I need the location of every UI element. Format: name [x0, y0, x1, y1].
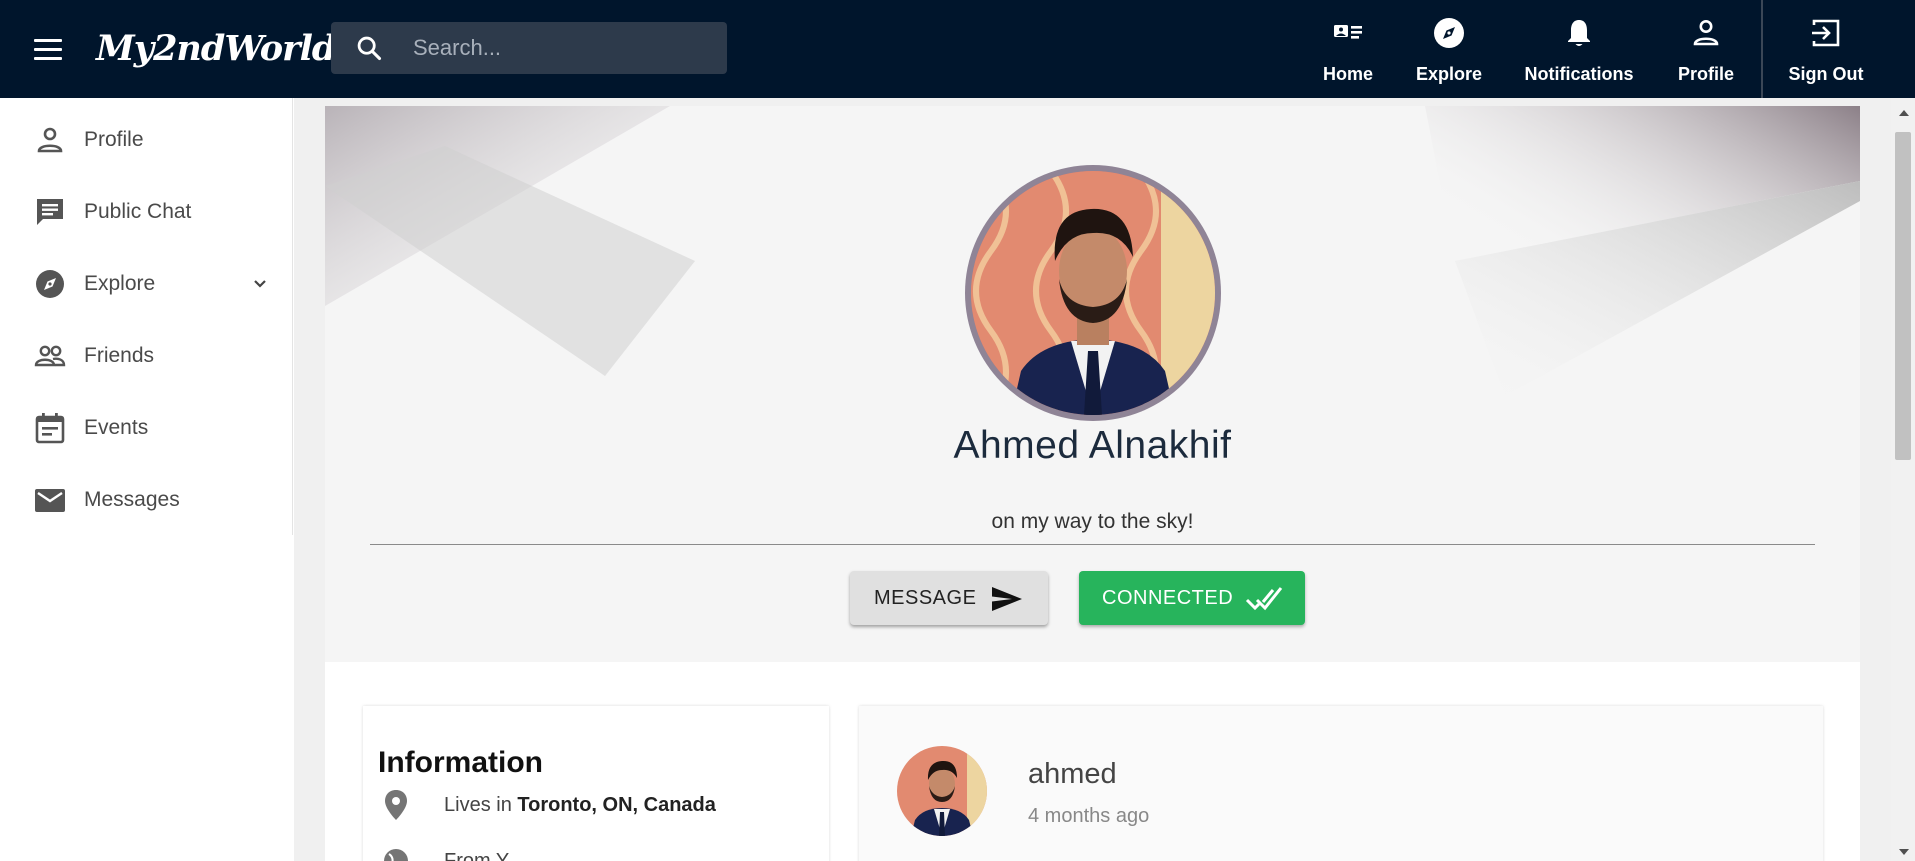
- search-icon: [357, 36, 382, 61]
- app-logo[interactable]: My2ndWorld: [96, 28, 336, 69]
- home-card-icon: [1334, 25, 1362, 39]
- bell-icon: [1568, 20, 1590, 46]
- sidebar-item-label: Events: [84, 416, 149, 439]
- sidebar: Profile Public Chat Explore Friends Even…: [0, 98, 293, 535]
- profile-name: Ahmed Alnakhif: [953, 424, 1232, 467]
- profile-avatar[interactable]: [965, 165, 1221, 421]
- profile-status: on my way to the sky!: [991, 510, 1194, 533]
- sidebar-item-label: Friends: [84, 344, 155, 367]
- sidebar-item-label: Explore: [84, 272, 156, 295]
- nav-notifications-label: Notifications: [1524, 64, 1634, 84]
- profile-photo: [971, 171, 1215, 415]
- info-from-text: From Y...: [444, 850, 524, 861]
- person-outline-icon: [37, 127, 63, 153]
- double-check-icon: [1245, 587, 1283, 611]
- connected-button-label: CONNECTED: [1102, 586, 1234, 609]
- sidebar-item-label: Messages: [84, 488, 180, 511]
- location-pin-icon: [385, 790, 407, 820]
- sidebar-item-public-chat[interactable]: Public Chat: [0, 182, 293, 242]
- mail-icon: [35, 489, 65, 512]
- info-location-value: Toronto, ON, Canada: [517, 794, 716, 816]
- chevron-down-icon[interactable]: [250, 274, 270, 294]
- chat-icon: [37, 199, 63, 225]
- profile-header: Ahmed Alnakhif on my way to the sky! MES…: [325, 106, 1860, 662]
- connected-button[interactable]: CONNECTED: [1079, 571, 1305, 625]
- send-icon: [992, 587, 1022, 611]
- message-button-label: MESSAGE: [874, 586, 977, 609]
- nav-explore[interactable]: Explore: [1411, 12, 1487, 92]
- compass-icon: [36, 270, 64, 298]
- sign-out-icon: [1812, 19, 1840, 47]
- sidebar-item-label: Profile: [84, 128, 144, 151]
- globe-icon: [384, 849, 408, 861]
- nav-explore-label: Explore: [1415, 64, 1483, 84]
- post-author-avatar[interactable]: [897, 746, 987, 836]
- top-app-bar: My2ndWorld Home Explore Notif: [0, 0, 1915, 98]
- calendar-icon: [35, 413, 65, 444]
- nav-sign-out[interactable]: Sign Out: [1783, 12, 1869, 92]
- compass-icon: [1434, 18, 1464, 48]
- hamburger-menu-icon[interactable]: [28, 30, 68, 70]
- info-row-location: Lives in Toronto, ON, Canada: [378, 788, 818, 822]
- post-author-name[interactable]: ahmed: [1028, 758, 1117, 791]
- scrollbar-thumb[interactable]: [1895, 132, 1911, 460]
- nav-profile-label: Profile: [1677, 64, 1734, 84]
- information-title: Information: [378, 746, 543, 779]
- search-input[interactable]: [413, 32, 713, 64]
- status-divider: [370, 544, 1815, 545]
- nav-divider: [1761, 0, 1763, 98]
- info-location-text: Lives in Toronto, ON, Canada: [444, 794, 716, 816]
- message-button[interactable]: MESSAGE: [850, 571, 1048, 625]
- people-icon: [34, 345, 66, 367]
- nav-notifications[interactable]: Notifications: [1520, 12, 1638, 92]
- sidebar-item-events[interactable]: Events: [0, 398, 293, 458]
- post-card: ahmed 4 months ago: [859, 706, 1823, 861]
- sidebar-item-friends[interactable]: Friends: [0, 326, 293, 386]
- page-scrollbar[interactable]: [1891, 98, 1915, 861]
- information-card: Information Lives in Toronto, ON, Canada…: [363, 706, 829, 861]
- sidebar-item-label: Public Chat: [84, 200, 192, 223]
- info-row-from: From Y...: [378, 844, 818, 861]
- search-bar[interactable]: [331, 22, 727, 74]
- person-icon: [1693, 20, 1719, 46]
- sidebar-item-profile[interactable]: Profile: [0, 110, 293, 170]
- sidebar-item-explore[interactable]: Explore: [0, 254, 293, 314]
- nav-sign-out-label: Sign Out: [1788, 64, 1864, 84]
- nav-profile[interactable]: Profile: [1672, 12, 1740, 92]
- scroll-down-arrow-icon[interactable]: [1899, 849, 1909, 855]
- nav-home[interactable]: Home: [1315, 12, 1381, 92]
- sidebar-item-messages[interactable]: Messages: [0, 470, 293, 530]
- scroll-up-arrow-icon[interactable]: [1899, 110, 1909, 116]
- nav-home-label: Home: [1322, 64, 1373, 84]
- post-timestamp: 4 months ago: [1028, 805, 1150, 827]
